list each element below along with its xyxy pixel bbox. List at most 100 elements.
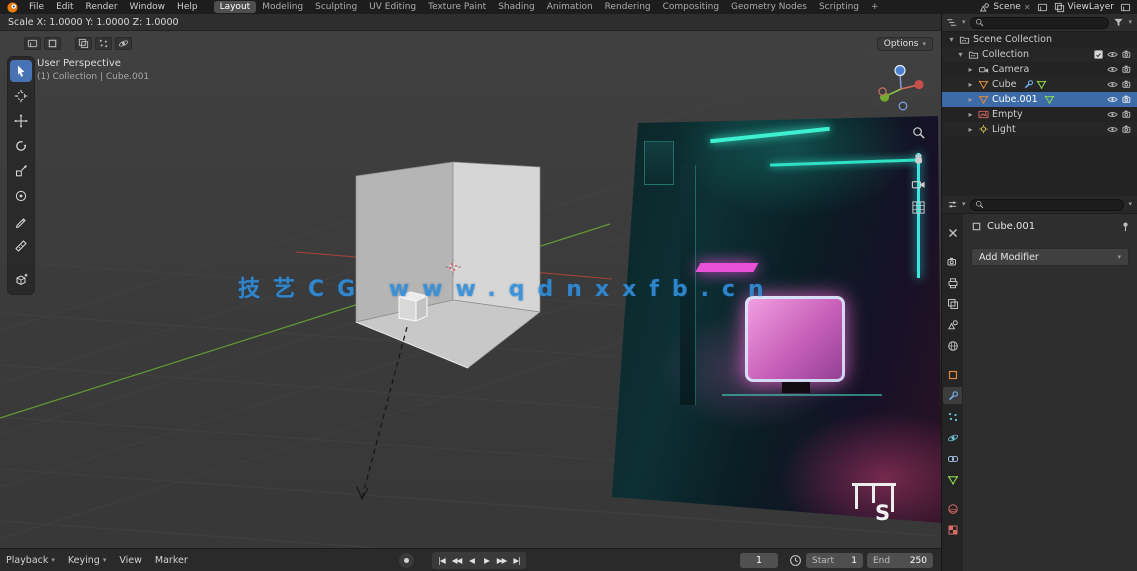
outliner-search-input[interactable] (986, 17, 1105, 28)
tool-add-cube[interactable] (10, 269, 32, 291)
workspace-tab-rendering[interactable]: Rendering (599, 1, 657, 13)
outliner-row-light[interactable]: ▸ Light (942, 122, 1137, 137)
workspace-tab-compositing[interactable]: Compositing (657, 1, 725, 13)
menu-playback[interactable]: Playback ▾ (6, 555, 55, 566)
disable-render-camera-icon[interactable] (1122, 49, 1133, 60)
tab-tool[interactable] (943, 224, 962, 241)
viewlayer-selector[interactable]: ViewLayer (1054, 2, 1114, 13)
jump-to-start-button[interactable]: |◀ (434, 556, 449, 565)
disable-render-camera-icon[interactable] (1122, 109, 1133, 120)
mesh-data-icon[interactable] (1044, 94, 1055, 105)
prev-keyframe-button[interactable]: ◀◀ (449, 556, 464, 565)
workspace-tab-uv-editing[interactable]: UV Editing (363, 1, 422, 13)
outliner-search[interactable] (969, 16, 1110, 29)
tab-scene[interactable] (943, 316, 962, 333)
hide-viewport-eye-icon[interactable] (1107, 49, 1118, 60)
tab-physics[interactable] (943, 429, 962, 446)
outliner-row-camera[interactable]: ▸ Camera (942, 62, 1137, 77)
reference-image-plane[interactable] (612, 116, 941, 523)
select-toggle-icon[interactable] (95, 37, 112, 50)
disclosure-icon[interactable]: ▸ (966, 110, 975, 119)
tab-object-data[interactable] (943, 471, 962, 488)
menu-render[interactable]: Render (80, 0, 124, 14)
tool-transform[interactable] (10, 185, 32, 207)
disable-render-camera-icon[interactable] (1122, 79, 1133, 90)
workspace-tab-animation[interactable]: Animation (541, 1, 599, 13)
new-viewlayer-icon[interactable] (1120, 2, 1131, 13)
view-toggle-icon[interactable] (75, 37, 92, 50)
collection-checkbox[interactable] (1094, 50, 1103, 59)
workspace-tab-layout[interactable]: Layout (213, 1, 257, 13)
modifier-wrench-icon[interactable] (1023, 79, 1034, 90)
disclosure-icon[interactable]: ▾ (947, 35, 956, 44)
add-modifier-button[interactable]: Add Modifier ▾ (971, 248, 1129, 266)
disable-render-camera-icon[interactable] (1122, 94, 1133, 105)
tool-select-box[interactable] (10, 60, 32, 82)
hide-viewport-eye-icon[interactable] (1107, 64, 1118, 75)
auto-keying-record-button[interactable] (399, 553, 414, 568)
menu-edit[interactable]: Edit (50, 0, 79, 14)
blender-logo-icon[interactable] (6, 1, 19, 14)
tab-render[interactable] (943, 253, 962, 270)
new-scene-icon[interactable] (1037, 2, 1048, 13)
menu-keying[interactable]: Keying ▾ (68, 555, 106, 566)
tab-constraints[interactable] (943, 450, 962, 467)
tool-move[interactable] (10, 110, 32, 132)
workspace-tab-modeling[interactable]: Modeling (256, 1, 309, 13)
grid-ortho-icon[interactable] (909, 198, 927, 216)
editor-type-icon[interactable] (24, 37, 41, 50)
tab-world[interactable] (943, 337, 962, 354)
workspace-tab-scripting[interactable]: Scripting (813, 1, 865, 13)
tool-measure[interactable] (10, 235, 32, 257)
tab-object[interactable] (943, 366, 962, 383)
properties-editor-icon[interactable] (947, 199, 958, 210)
tab-texture[interactable] (943, 521, 962, 538)
options-button[interactable]: Options ▾ (876, 37, 933, 51)
outliner-row-scene-collection[interactable]: ▾ Scene Collection (942, 32, 1137, 47)
unlink-scene-icon[interactable]: ✕ (1024, 3, 1031, 12)
menu-help[interactable]: Help (171, 0, 204, 14)
outliner-row-collection[interactable]: ▾ Collection (942, 47, 1137, 62)
jump-to-end-button[interactable]: ▶| (509, 556, 524, 565)
tab-material[interactable] (943, 500, 962, 517)
disclosure-icon[interactable]: ▾ (956, 50, 965, 59)
tool-rotate[interactable] (10, 135, 32, 157)
outliner-row-empty[interactable]: ▸ Empty (942, 107, 1137, 122)
tab-particles[interactable] (943, 408, 962, 425)
next-keyframe-button[interactable]: ▶▶ (494, 556, 509, 565)
menu-view[interactable]: View (119, 555, 142, 566)
play-reverse-button[interactable]: ◀ (464, 556, 479, 565)
hide-viewport-eye-icon[interactable] (1107, 124, 1118, 135)
tool-scale[interactable] (10, 160, 32, 182)
current-frame-field[interactable]: 1 (740, 553, 778, 568)
workspace-tab-shading[interactable]: Shading (492, 1, 541, 13)
orbit-gizmo[interactable] (876, 62, 926, 112)
play-button[interactable]: ▶ (479, 556, 494, 565)
mesh-data-icon[interactable] (1036, 79, 1047, 90)
outliner-editor-icon[interactable] (947, 17, 958, 28)
frame-end-field[interactable]: End 250 (867, 553, 933, 568)
disclosure-icon[interactable]: ▸ (966, 95, 975, 104)
pin-icon[interactable] (1120, 221, 1131, 232)
properties-search[interactable] (969, 198, 1125, 211)
disable-render-camera-icon[interactable] (1122, 124, 1133, 135)
frame-start-field[interactable]: Start 1 (806, 553, 863, 568)
tool-annotate[interactable] (10, 210, 32, 232)
pan-hand-icon[interactable] (909, 149, 927, 167)
tab-modifiers[interactable] (943, 387, 962, 404)
workspace-tab-texture-paint[interactable]: Texture Paint (422, 1, 492, 13)
hide-viewport-eye-icon[interactable] (1107, 79, 1118, 90)
hide-viewport-eye-icon[interactable] (1107, 94, 1118, 105)
camera-view-icon[interactable] (909, 175, 927, 193)
tab-view-layer[interactable] (943, 295, 962, 312)
viewport-3d[interactable]: S 技艺CG www.qdnxxfb.cn Options ▾ User Per… (0, 31, 941, 548)
menu-marker[interactable]: Marker (155, 555, 188, 566)
tool-cursor[interactable] (10, 85, 32, 107)
disclosure-icon[interactable]: ▸ (966, 125, 975, 134)
zoom-icon[interactable] (909, 123, 927, 141)
outliner-row-cube[interactable]: ▸ Cube (942, 77, 1137, 92)
add-workspace-button[interactable]: + (865, 1, 885, 13)
disclosure-icon[interactable]: ▸ (966, 65, 975, 74)
workspace-tab-sculpting[interactable]: Sculpting (309, 1, 363, 13)
playback-sync-icon[interactable] (789, 554, 802, 567)
